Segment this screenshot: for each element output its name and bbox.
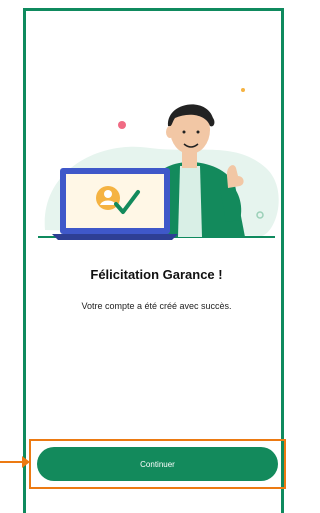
success-illustration [38, 88, 279, 240]
decor-dot-yellow [241, 88, 245, 92]
continue-button[interactable]: Continuer [37, 447, 278, 481]
highlight-box: Continuer [29, 439, 286, 489]
decor-dot-pink [118, 121, 126, 129]
congrats-title: Félicitation Garance ! [90, 267, 223, 282]
congrats-message: Votre compte a été créé avec succès. [81, 301, 232, 311]
laptop-illustration [52, 168, 178, 240]
